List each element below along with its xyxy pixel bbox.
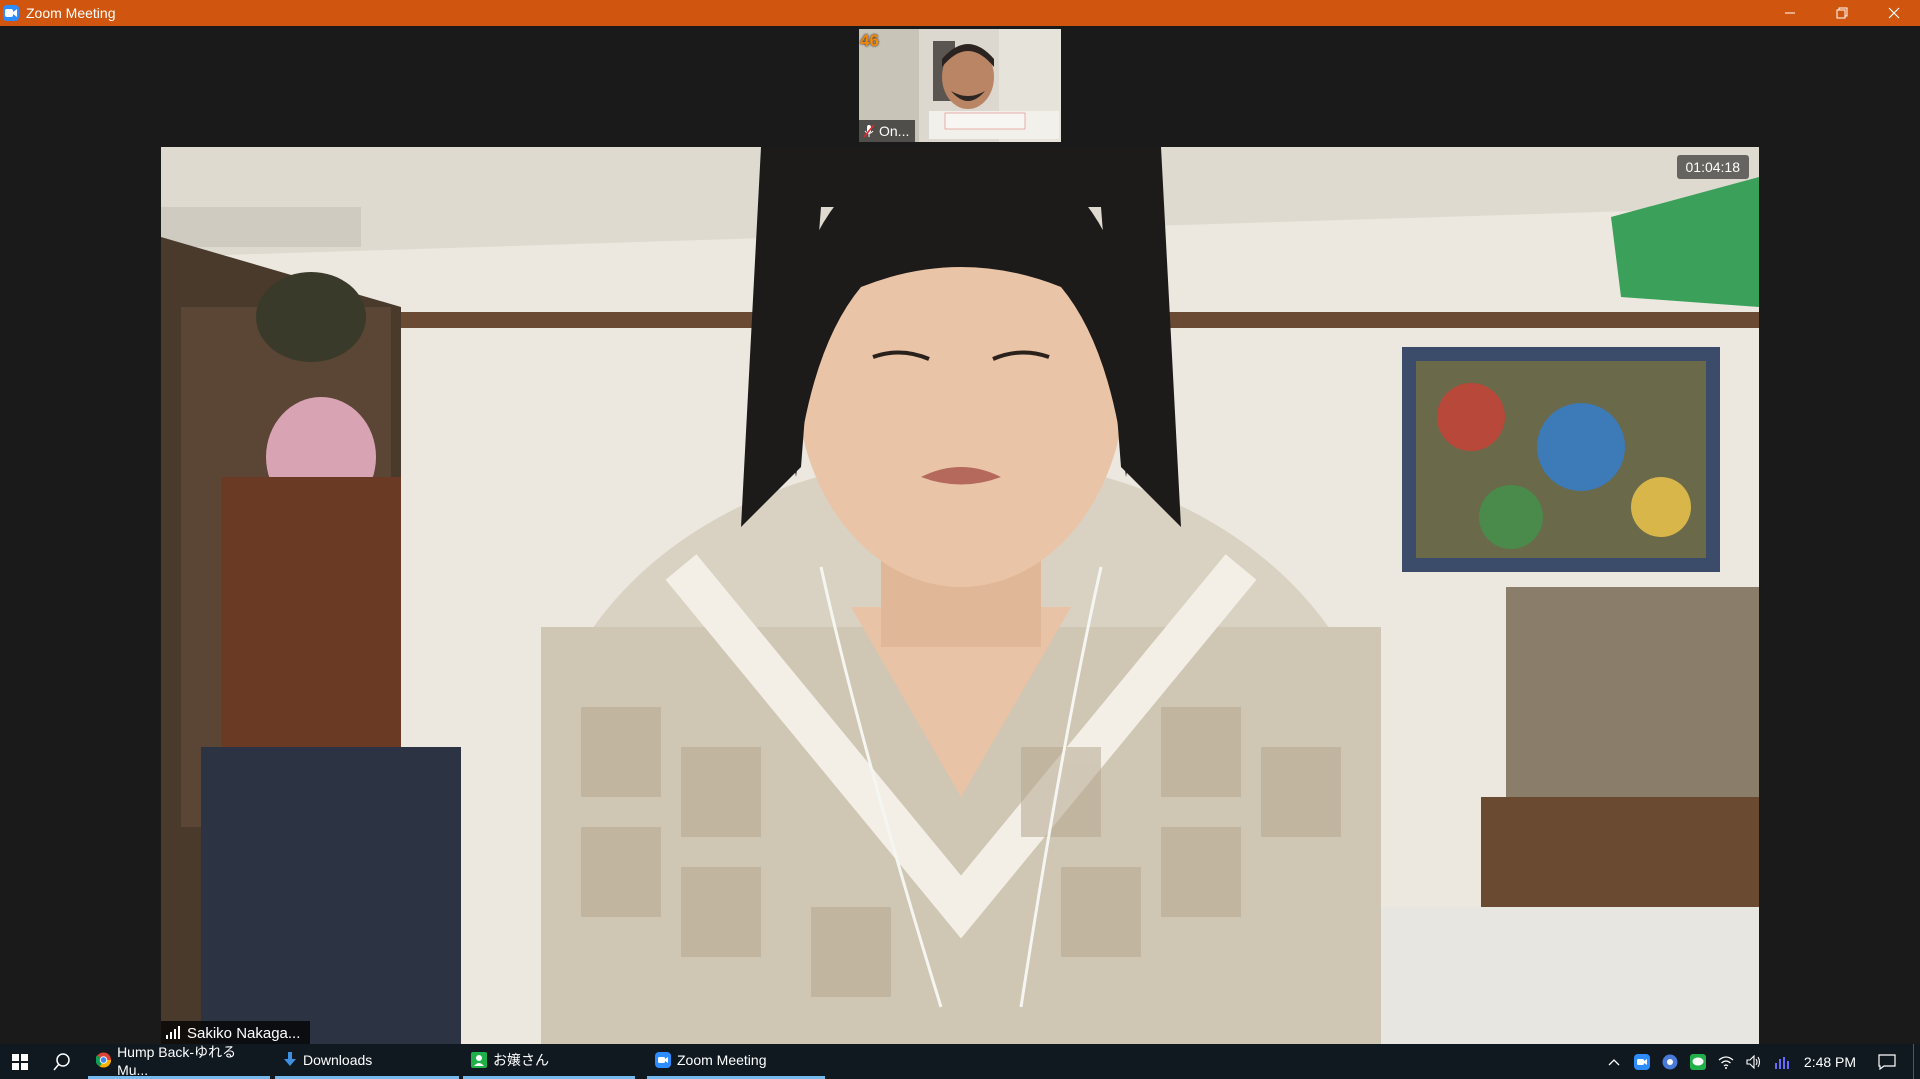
app-tray-icon — [1662, 1054, 1678, 1069]
window-title-bar: Zoom Meeting — [0, 0, 1920, 26]
chrome-icon — [96, 1052, 112, 1068]
show-desktop-button[interactable] — [1913, 1044, 1920, 1079]
network-button[interactable] — [1715, 1044, 1737, 1079]
muted-mic-icon — [863, 124, 875, 138]
participant-count-badge: 46 — [860, 31, 879, 50]
taskbar-item-zoom[interactable]: Zoom Meeting — [647, 1044, 825, 1079]
restore-button[interactable] — [1816, 0, 1868, 26]
zoom-tray-icon — [1634, 1053, 1650, 1070]
speaker-name: Sakiko Nakaga... — [187, 1024, 301, 1042]
meeting-timer: 01:04:18 — [1676, 155, 1749, 179]
tray-audio-meter[interactable] — [1771, 1044, 1793, 1079]
participant-thumbnail[interactable]: 46 On... — [859, 29, 1061, 142]
taskbar-item-chrome[interactable]: Hump Back-ゆれる Mu... — [88, 1044, 270, 1079]
windows-logo-icon — [12, 1053, 28, 1070]
taskbar-item-label: Hump Back-ゆれる Mu... — [117, 1044, 237, 1078]
meeting-area: 46 On... 01:04:18 Sakiko Nakaga... — [0, 26, 1920, 1045]
volume-icon — [1746, 1054, 1761, 1069]
active-speaker-video[interactable]: 01:04:18 Sakiko Nakaga... — [161, 147, 1759, 1045]
thumbnail-participant-name: On... — [879, 123, 910, 139]
wifi-icon — [1718, 1055, 1734, 1069]
system-tray: 2:48 PM — [1603, 1044, 1920, 1079]
thumbnail-name-label: On... — [859, 120, 916, 142]
tray-zoom[interactable] — [1631, 1044, 1653, 1079]
speaker-video-frame — [161, 147, 1759, 1045]
show-hidden-icons-button[interactable] — [1603, 1044, 1625, 1079]
windows-taskbar: Hump Back-ゆれる Mu... Downloads お嬢さん Zoom … — [0, 1044, 1920, 1079]
signal-strength-icon — [166, 1026, 180, 1039]
taskbar-item-label: お嬢さん — [493, 1052, 549, 1068]
contact-icon — [471, 1052, 487, 1068]
window-controls — [1764, 0, 1920, 26]
taskbar-item-label: Zoom Meeting — [677, 1052, 767, 1068]
zoom-app-icon — [3, 5, 19, 21]
tray-app[interactable] — [1659, 1044, 1681, 1079]
audio-meter-icon — [1775, 1056, 1789, 1069]
taskbar-clock[interactable]: 2:48 PM — [1799, 1044, 1861, 1079]
tray-line[interactable] — [1687, 1044, 1709, 1079]
chat-tray-icon — [1690, 1053, 1706, 1070]
minimize-button[interactable] — [1764, 0, 1816, 26]
notification-icon — [1878, 1053, 1896, 1070]
window-title: Zoom Meeting — [26, 5, 116, 21]
zoom-icon — [655, 1052, 671, 1068]
download-icon — [284, 1052, 296, 1066]
volume-button[interactable] — [1743, 1044, 1765, 1079]
taskbar-item-contact[interactable]: お嬢さん — [463, 1044, 635, 1079]
search-button[interactable] — [40, 1044, 84, 1079]
taskbar-item-label: Downloads — [303, 1052, 373, 1068]
search-icon — [53, 1052, 70, 1070]
close-button[interactable] — [1868, 0, 1920, 26]
chevron-up-icon — [1608, 1058, 1620, 1065]
notifications-button[interactable] — [1867, 1044, 1907, 1079]
taskbar-item-downloads[interactable]: Downloads — [275, 1044, 459, 1079]
start-button[interactable] — [0, 1044, 40, 1079]
